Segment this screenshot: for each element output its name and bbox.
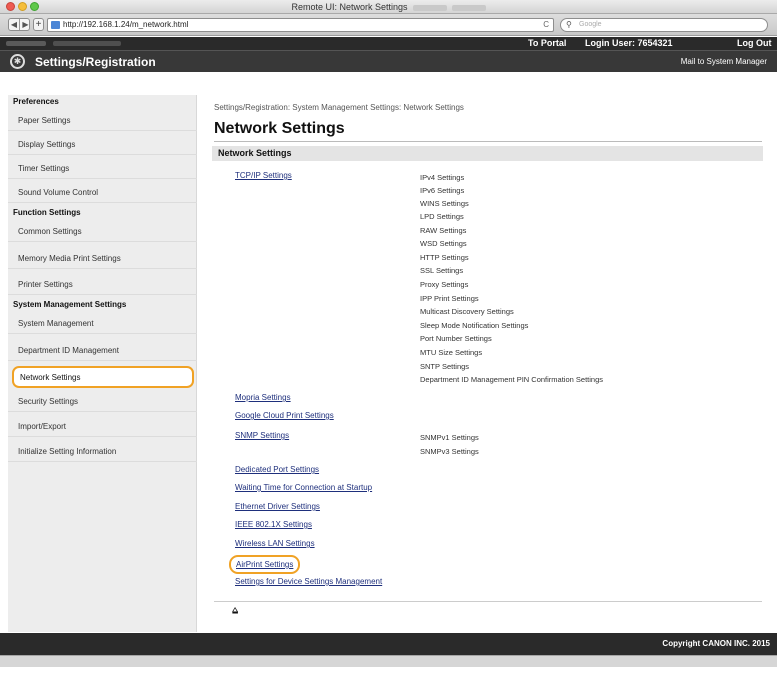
url-text: http://192.168.1.24/m_network.html (63, 20, 189, 29)
snmp-sub-item: SNMPv1 Settings (420, 433, 479, 442)
search-field[interactable]: ⚲ Google (560, 18, 768, 32)
sidebar-item-import-export[interactable]: Import/Export (8, 417, 197, 437)
app-header: ✱ Settings/Registration Mail to System M… (0, 50, 777, 72)
section-header: Network Settings (212, 146, 763, 161)
tcpip-sub-item: IPv6 Settings (420, 186, 465, 195)
page-title: Network Settings (214, 120, 345, 137)
tcpip-sub-item: HTTP Settings (420, 253, 469, 262)
link-snmp-settings[interactable]: SNMP Settings (235, 431, 289, 440)
browser-status-bar (0, 655, 777, 667)
to-portal-link[interactable]: To Portal (528, 38, 566, 48)
link-ethernet-driver-settings[interactable]: Ethernet Driver Settings (235, 502, 320, 511)
link-mopria-settings[interactable]: Mopria Settings (235, 393, 291, 402)
sidebar-section-function-settings: Function Settings (13, 208, 81, 217)
content-bottom-divider (214, 601, 762, 602)
tcpip-sub-item: WSD Settings (420, 239, 467, 248)
tcpip-sub-item: Proxy Settings (420, 280, 469, 289)
device-location-blurred (53, 41, 121, 46)
tcpip-sub-item: SSL Settings (420, 266, 464, 275)
sidebar-item-initialize-setting-information[interactable]: Initialize Setting Information (8, 442, 197, 462)
tcpip-sub-item: IPP Print Settings (420, 294, 479, 303)
log-out-link[interactable]: Log Out (737, 38, 772, 48)
sidebar-section-system-management-settings: System Management Settings (13, 300, 127, 309)
reload-icon[interactable]: C (543, 19, 549, 31)
app-title: Settings/Registration (35, 55, 156, 69)
snmp-sub-item: SNMPv3 Settings (420, 447, 479, 456)
sidebar-item-printer-settings[interactable]: Printer Settings (8, 275, 197, 295)
device-name-blurred (6, 41, 46, 46)
search-placeholder: Google (579, 21, 602, 28)
tcpip-sub-item: RAW Settings (420, 226, 467, 235)
title-divider (214, 141, 762, 142)
browser-toolbar: ◀ ▶ + http://192.168.1.24/m_network.html… (0, 14, 777, 36)
link-wireless-lan-settings[interactable]: Wireless LAN Settings (235, 539, 315, 548)
back-icon[interactable]: ◀ (9, 19, 20, 30)
footer: Copyright CANON INC. 2015 (0, 633, 777, 655)
tcpip-sub-item: LPD Settings (420, 212, 464, 221)
link-tcpip-settings[interactable]: TCP/IP Settings (235, 171, 292, 180)
sidebar-item-sound-volume-control[interactable]: Sound Volume Control (8, 183, 197, 203)
nav-buttons: ◀ ▶ (8, 18, 30, 31)
mail-to-system-manager-link[interactable]: Mail to System Manager (681, 57, 767, 66)
new-tab-plus-icon[interactable]: + (33, 18, 44, 31)
breadcrumb: Settings/Registration: System Management… (214, 103, 464, 112)
link-airprint-settings[interactable]: AirPrint Settings (229, 555, 301, 574)
tcpip-sub-item: Department ID Management PIN Confirmatio… (420, 375, 603, 384)
favicon-icon (51, 21, 60, 29)
window-title: Remote UI: Network Settings (0, 2, 777, 12)
login-user-label: Login User: 7654321 (585, 38, 673, 48)
link-waiting-time-for-connection[interactable]: Waiting Time for Connection at Startup (235, 483, 372, 492)
sidebar-item-display-settings[interactable]: Display Settings (8, 135, 197, 155)
link-dedicated-port-settings[interactable]: Dedicated Port Settings (235, 465, 319, 474)
gear-icon: ✱ (10, 54, 25, 69)
tcpip-sub-item: Multicast Discovery Settings (420, 307, 514, 316)
url-field[interactable]: http://192.168.1.24/m_network.html C (47, 18, 554, 32)
sidebar-item-timer-settings[interactable]: Timer Settings (8, 159, 197, 179)
sidebar-section-preferences: Preferences (13, 97, 59, 106)
sidebar-item-common-settings[interactable]: Common Settings (8, 222, 197, 242)
tcpip-sub-item: IPv4 Settings (420, 173, 465, 182)
back-to-top-icon[interactable]: ⩠ (232, 605, 238, 616)
tcpip-sub-item: MTU Size Settings (420, 348, 483, 357)
link-ieee-8021x-settings[interactable]: IEEE 802.1X Settings (235, 520, 312, 529)
copyright-text: Copyright CANON INC. 2015 (662, 639, 770, 648)
sidebar: Preferences Paper Settings Display Setti… (8, 95, 197, 632)
top-bar: To Portal Login User: 7654321 Log Out (0, 37, 777, 50)
sidebar-item-paper-settings[interactable]: Paper Settings (8, 111, 197, 131)
tcpip-sub-item: SNTP Settings (420, 362, 470, 371)
link-device-settings-management[interactable]: Settings for Device Settings Management (235, 577, 382, 586)
sidebar-item-department-id-management[interactable]: Department ID Management (8, 341, 197, 361)
sidebar-item-memory-media-print-settings[interactable]: Memory Media Print Settings (8, 249, 197, 269)
link-google-cloud-print-settings[interactable]: Google Cloud Print Settings (235, 411, 334, 420)
tcpip-sub-item: WINS Settings (420, 199, 469, 208)
window-title-bar: Remote UI: Network Settings (0, 0, 777, 14)
tcpip-sub-item: Port Number Settings (420, 334, 492, 343)
tcpip-sub-item: Sleep Mode Notification Settings (420, 321, 529, 330)
sidebar-item-system-management[interactable]: System Management (8, 314, 197, 334)
forward-icon[interactable]: ▶ (20, 19, 31, 30)
sidebar-item-security-settings[interactable]: Security Settings (8, 392, 197, 412)
sidebar-item-network-settings[interactable]: Network Settings (12, 366, 194, 388)
search-icon: ⚲ (566, 20, 572, 29)
